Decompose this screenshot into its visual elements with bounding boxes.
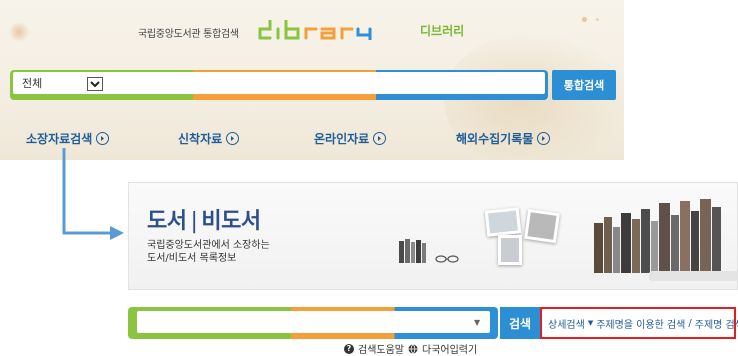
circle-arrow-right-icon — [96, 132, 110, 145]
caret-down-icon: ▼ — [587, 319, 594, 327]
circle-arrow-right-icon — [226, 132, 240, 145]
nav-overseas-records[interactable]: 해외수집기록물 — [456, 130, 551, 147]
subject-heading-search-link[interactable]: 주제명을 이용한 검색 — [596, 316, 685, 331]
globe-icon — [408, 343, 418, 354]
caret-down-icon[interactable]: ▼ — [474, 318, 480, 327]
catalog-search-button[interactable]: 검색 — [500, 307, 540, 339]
photo-frame — [484, 207, 522, 237]
category-title-nonbooks: 비도서 — [201, 209, 261, 234]
decoration-dot — [596, 18, 599, 21]
eiffel-tower-photo — [498, 235, 522, 265]
nav-label: 해외수집기록물 — [456, 132, 534, 146]
library-name: 국립중앙도서관 통합검색 — [138, 29, 239, 40]
advanced-search-links: 상세검색 ▼ 주제명을 이용한 검색 / 주제명 검색 ▼ — [540, 307, 738, 339]
search-scope-dropdown[interactable] — [87, 77, 103, 91]
category-title: 도서 | 비도서 — [147, 203, 261, 235]
circle-arrow-right-icon — [537, 132, 551, 145]
decoration-dot — [582, 17, 587, 22]
separator: / — [688, 317, 692, 329]
nav-online-materials[interactable]: 온라인자료 — [314, 130, 387, 147]
unified-search-button[interactable]: 통합검색 — [552, 70, 616, 100]
dibrary-logo-graphic — [258, 19, 372, 43]
bookshelf-illustration — [594, 199, 721, 273]
dibrary-logo[interactable] — [256, 19, 416, 43]
chevron-down-icon — [90, 81, 100, 88]
detail-search-link[interactable]: 상세검색 — [548, 316, 585, 331]
nav-new-arrivals[interactable]: 신착자료 — [178, 130, 240, 147]
photo-frame — [524, 208, 560, 244]
shelf — [649, 271, 737, 281]
nav-label: 소장자료검색 — [26, 132, 93, 146]
background-blob — [8, 22, 30, 42]
nav-holdings-search[interactable]: 소장자료검색 — [26, 130, 110, 147]
circle-arrow-right-icon — [373, 132, 387, 145]
dibrary-korean-name: 디브러리 — [420, 24, 465, 38]
catalog-search-input[interactable] — [137, 311, 490, 333]
title-divider: | — [190, 209, 198, 234]
book-catalog-banner: 도서 | 비도서 국립중앙도서관에서 소장하는 도서/비도서 목록정보 — [128, 182, 738, 290]
category-title-books: 도서 — [147, 209, 187, 234]
question-mark-icon: ? — [344, 343, 354, 354]
nav-label: 신착자료 — [178, 132, 223, 146]
dibrary-header-panel: 국립중앙도서관 통합검색 디브러리 전체 통합검색 소장자료검색 신착자료 온라… — [0, 0, 624, 160]
subject-search-link[interactable]: 주제명 검색 — [695, 316, 738, 331]
category-description: 도서/비도서 목록정보 — [147, 253, 237, 264]
search-scope-value: 전체 — [22, 77, 43, 90]
nav-label: 온라인자료 — [314, 132, 370, 146]
books-and-glasses-illustration — [399, 239, 459, 263]
